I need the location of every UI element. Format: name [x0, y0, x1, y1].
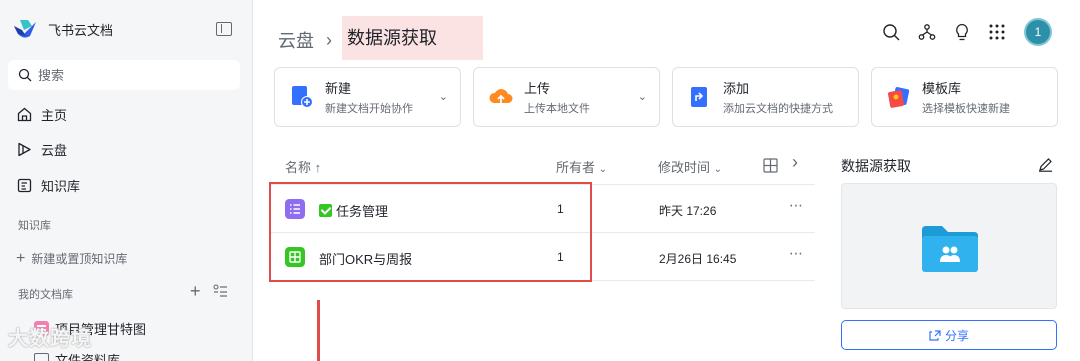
main-content: 云盘 › 数据源获取 1 新建 新建文档开始协作 ⌄ 上传 上传本地文件 ⌄ 添… — [254, 0, 1080, 361]
home-icon — [17, 107, 32, 122]
chevron-down-icon[interactable]: ⌄ — [638, 90, 647, 103]
card-subtitle: 添加云文档的快捷方式 — [723, 103, 833, 115]
chevron-down-icon: ⌄ — [598, 164, 608, 175]
new-doc-icon — [292, 86, 313, 108]
new-wiki-button[interactable]: + 新建或置顶知识库 — [16, 250, 127, 267]
wiki-icon — [17, 178, 32, 193]
quick-actions: 新建 新建文档开始协作 ⌄ 上传 上传本地文件 ⌄ 添加 添加云文档的快捷方式 … — [274, 67, 1058, 127]
grid-view-icon[interactable] — [763, 158, 778, 173]
column-modified-label: 修改时间 — [658, 160, 711, 175]
card-subtitle: 上传本地文件 — [524, 103, 590, 115]
card-subtitle: 选择模板快速新建 — [922, 103, 1010, 115]
sidebar-item-label: 主页 — [41, 108, 68, 123]
avatar[interactable]: 1 — [1024, 18, 1052, 46]
search-icon[interactable] — [882, 23, 900, 41]
chevron-down-icon: ⌄ — [713, 164, 723, 175]
share-label: 分享 — [944, 328, 969, 343]
sidebar-item-drive[interactable]: 云盘 — [16, 140, 67, 159]
search-input[interactable] — [38, 67, 218, 83]
sidebar-item-label: 云盘 — [41, 143, 68, 158]
watermark: 大数跨境 — [8, 328, 92, 350]
chevron-down-icon[interactable]: ⌄ — [439, 90, 448, 103]
tree-item-files[interactable]: 文件资料库 — [34, 350, 120, 361]
folder-preview — [841, 183, 1057, 309]
sidebar-item-home[interactable]: 主页 — [16, 105, 67, 124]
template-icon — [888, 87, 910, 108]
breadcrumb: 云盘 › 数据源获取 — [278, 16, 483, 60]
edit-icon[interactable] — [1038, 157, 1053, 172]
share-button[interactable]: 分享 — [841, 320, 1057, 350]
file-modified: 昨天 17:26 — [659, 204, 717, 218]
sidebar: 飞书云文档 主页 云盘 — [0, 0, 253, 361]
chevron-right-icon: › — [326, 29, 332, 50]
new-wiki-label: 新建或置顶知识库 — [31, 252, 128, 266]
share-icon — [929, 330, 941, 341]
file-modified: 2月26日 16:45 — [659, 252, 737, 266]
header-toolbar: 1 — [882, 18, 1052, 46]
more-icon[interactable]: ⋯ — [789, 197, 804, 214]
card-title: 添加 — [723, 81, 750, 96]
new-doc-card[interactable]: 新建 新建文档开始协作 ⌄ — [274, 67, 461, 127]
add-doc-icon[interactable]: + — [190, 282, 201, 300]
app-window: 飞书云文档 主页 云盘 — [0, 0, 1080, 361]
sidebar-item-label: 知识库 — [41, 179, 81, 194]
upload-card[interactable]: 上传 上传本地文件 ⌄ — [473, 67, 660, 127]
list-settings-icon[interactable] — [212, 284, 228, 298]
shared-folder-icon — [922, 226, 978, 272]
feishu-logo-icon — [14, 20, 36, 38]
column-owner[interactable]: 所有者 ⌄ — [556, 157, 607, 176]
brand[interactable]: 飞书云文档 — [12, 18, 113, 40]
sidebar-search[interactable] — [8, 60, 240, 90]
more-icon[interactable]: ⋯ — [789, 245, 804, 262]
sidebar-item-wiki[interactable]: 知识库 — [16, 176, 80, 195]
my-docs-section-label: 我的文档库 — [18, 289, 73, 301]
shortcut-icon — [691, 87, 707, 107]
bulb-icon[interactable] — [954, 23, 970, 41]
drive-icon — [18, 142, 31, 157]
annotation-arrow — [317, 300, 320, 361]
template-card[interactable]: 模板库 选择模板快速新建 — [871, 67, 1058, 127]
card-title: 新建 — [325, 81, 352, 96]
add-shortcut-card[interactable]: 添加 添加云文档的快捷方式 — [672, 67, 859, 127]
wiki-section-label: 知识库 — [18, 220, 51, 232]
column-modified[interactable]: 修改时间 ⌄ — [658, 157, 722, 176]
upload-icon — [489, 89, 513, 104]
chevron-right-icon[interactable]: › — [792, 152, 798, 173]
plus-icon: + — [16, 249, 26, 267]
my-docs-actions: + — [190, 282, 228, 300]
page-title: 数据源获取 — [342, 16, 483, 60]
column-owner-label: 所有者 — [556, 160, 596, 175]
card-title: 上传 — [524, 81, 551, 96]
search-icon — [18, 68, 32, 82]
card-subtitle: 新建文档开始协作 — [325, 103, 413, 115]
share-tree-icon[interactable] — [918, 23, 936, 41]
apps-grid-icon[interactable] — [988, 23, 1006, 41]
breadcrumb-root[interactable]: 云盘 — [278, 27, 314, 53]
column-name[interactable]: 名称 ↑ — [285, 157, 321, 176]
collapse-sidebar-icon[interactable] — [216, 22, 232, 36]
annotation-highlight-box — [269, 182, 592, 282]
folder-icon — [34, 353, 49, 361]
tree-item-label: 文件资料库 — [55, 353, 121, 361]
card-title: 模板库 — [922, 81, 962, 96]
panel-title: 数据源获取 — [841, 158, 911, 174]
brand-name: 飞书云文档 — [48, 22, 114, 38]
